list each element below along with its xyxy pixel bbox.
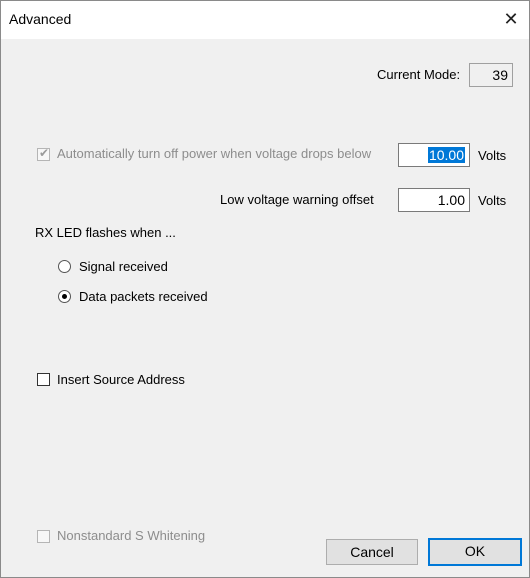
current-mode-label: Current Mode: (377, 67, 461, 82)
low-voltage-text: 1.00 (437, 192, 465, 208)
low-voltage-input[interactable]: 1.00 (398, 188, 470, 212)
radio-selected-dot (62, 294, 67, 299)
current-mode-text: 39 (492, 67, 508, 83)
insert-source-label[interactable]: Insert Source Address (57, 372, 185, 387)
power-off-unit: Volts (478, 148, 507, 163)
insert-source-checkbox[interactable] (37, 373, 50, 386)
cancel-button[interactable]: Cancel (326, 539, 418, 565)
signal-received-label[interactable]: Signal received (79, 259, 168, 274)
low-voltage-label: Low voltage warning offset (220, 192, 374, 207)
nonstandard-label: Nonstandard S Whitening (57, 528, 206, 543)
rx-led-heading: RX LED flashes when ... (35, 225, 176, 240)
data-packets-radio[interactable] (58, 290, 71, 303)
power-off-voltage-input[interactable]: 10.00 (398, 143, 470, 167)
auto-power-off-checkbox[interactable]: ✔ (37, 146, 50, 161)
low-voltage-unit: Volts (478, 193, 507, 208)
data-packets-label[interactable]: Data packets received (79, 289, 208, 304)
title-bar: Advanced ✕ (1, 1, 529, 39)
advanced-dialog: Advanced ✕ Current Mode: 39 ✔ Automatica… (0, 0, 530, 578)
close-icon[interactable]: ✕ (499, 7, 523, 31)
auto-power-off-label: Automatically turn off power when voltag… (57, 146, 372, 161)
checkmark-icon: ✔ (39, 146, 50, 160)
dialog-title: Advanced (9, 11, 72, 27)
ok-button[interactable]: OK (428, 538, 522, 566)
current-mode-value: 39 (469, 63, 513, 87)
signal-received-radio[interactable] (58, 260, 71, 273)
power-off-voltage-text: 10.00 (427, 147, 465, 163)
nonstandard-checkbox[interactable] (37, 530, 50, 543)
